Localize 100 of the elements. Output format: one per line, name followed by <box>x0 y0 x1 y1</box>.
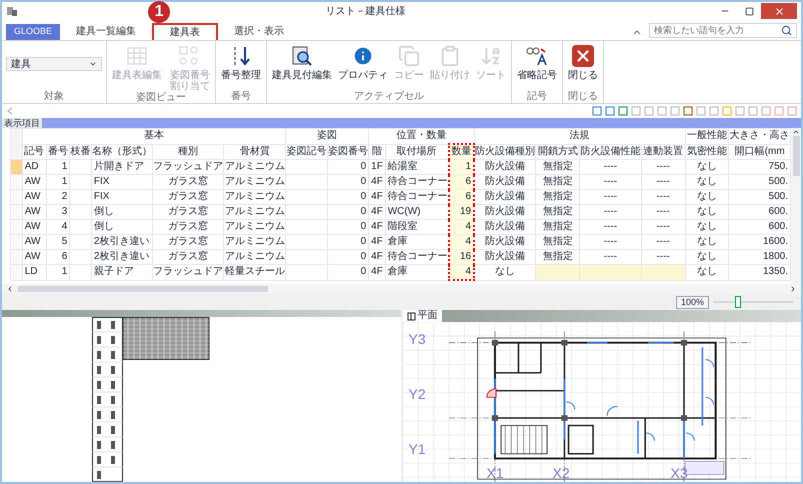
table-cell: アルミニウム <box>224 206 285 217</box>
table-cell: 16 <box>460 251 472 262</box>
table-cell: LD <box>24 266 38 278</box>
table-cell: 1 <box>466 161 472 172</box>
table-cell: ガラス窓 <box>168 206 208 217</box>
horizontal-scroll-thumb[interactable] <box>18 286 268 292</box>
table-cell: 無指定 <box>542 206 573 217</box>
ribbon-button[interactable]: プロパティ <box>337 45 389 81</box>
app-menu-button[interactable]: GLOOBE <box>6 24 60 40</box>
group-header: 大きさ・高さ <box>728 128 790 144</box>
ribbon-group-label: 番号 <box>230 91 252 103</box>
row-header[interactable] <box>10 190 22 204</box>
target-dropdown[interactable]: 建具 <box>6 57 102 71</box>
table-cell: 給湯室 <box>388 161 418 172</box>
abbreviation-icon <box>526 45 548 67</box>
scroll-left-icon[interactable] <box>6 285 14 293</box>
table-cell: 6 <box>62 251 68 262</box>
table-cell: ---- <box>604 191 618 202</box>
copy-icon <box>398 45 420 67</box>
table-cell: 2枚引き違い <box>94 236 150 247</box>
table-cell: 防火設備 <box>485 206 526 217</box>
row-header[interactable] <box>10 264 22 280</box>
table-cell: 4F <box>371 206 383 217</box>
vertical-scrollbar[interactable] <box>791 128 801 284</box>
table-cell: 倒し <box>94 206 114 217</box>
row-header[interactable] <box>10 234 22 250</box>
table-cell: 0 <box>360 251 366 262</box>
zoom-slider[interactable] <box>713 296 793 308</box>
table-cell: 軽量スチール <box>224 266 285 278</box>
scroll-thumb[interactable] <box>792 136 800 176</box>
table-cell: なし <box>696 221 717 232</box>
ribbon-tab[interactable]: 建具一覧編集 <box>64 23 148 40</box>
table-cell: 倉庫 <box>388 266 408 278</box>
table-cell: 4 <box>466 236 472 247</box>
table-cell: なし <box>696 176 717 187</box>
row-header[interactable] <box>10 160 22 174</box>
scroll-up-icon[interactable] <box>792 128 800 136</box>
table-cell: フラッシュドア <box>153 161 224 172</box>
table-cell: 3 <box>62 206 68 217</box>
table-cell: なし <box>696 266 717 278</box>
table-cell: AW <box>24 221 40 232</box>
table-cell: なし <box>495 266 516 278</box>
column-header: 開口幅(mm <box>728 144 790 160</box>
ribbon-tab[interactable]: 建具表 <box>152 23 218 40</box>
numbering-icon <box>178 45 200 67</box>
table-cell: 階段室 <box>388 221 418 232</box>
column-header: 姿図番号 <box>327 144 369 160</box>
row-header[interactable] <box>10 204 22 220</box>
table-cell: ---- <box>656 251 670 262</box>
table-cell: なし <box>696 191 717 202</box>
column-header: 開鎖方式 <box>536 144 580 160</box>
row-header[interactable] <box>10 250 22 264</box>
zoom-slider-thumb[interactable] <box>734 296 741 308</box>
scroll-right-icon[interactable] <box>789 285 797 293</box>
table-cell: 親子ドア <box>94 266 134 278</box>
table-cell: ---- <box>656 176 670 187</box>
ribbon-button[interactable]: 省略記号 <box>516 45 558 81</box>
search-field[interactable]: 検索したい語句を入力 <box>649 23 797 38</box>
ribbon-button[interactable]: 閉じる <box>567 45 599 81</box>
table-cell: 倒し <box>94 221 114 232</box>
column-header: 防火設備性能 <box>580 144 642 160</box>
table-cell: 4 <box>62 221 68 232</box>
table-cell: ---- <box>604 206 618 217</box>
table-cell: AD <box>24 161 39 172</box>
table-cell: 倉庫 <box>388 236 408 247</box>
table-cell: アルミニウム <box>224 161 285 172</box>
column-header: 数量 <box>448 144 474 160</box>
table-cell: ---- <box>656 221 670 232</box>
row-header[interactable] <box>10 174 22 190</box>
close-button[interactable] <box>761 3 797 19</box>
table-cell: ガラス窓 <box>168 251 208 262</box>
ribbon-button[interactable]: 番号整理 <box>220 45 262 81</box>
column-header: 名称（形式） <box>91 144 152 160</box>
ribbon-group-label: 姿図ビュー <box>135 92 187 104</box>
column-header: 気密性能 <box>685 144 729 160</box>
table-cell: アルミニウム <box>224 221 285 232</box>
collapse-ribbon-icon[interactable] <box>633 28 641 36</box>
table-cell: 2枚引き違い <box>94 251 150 262</box>
table-cell: 防火設備 <box>485 191 526 202</box>
paste-icon <box>439 45 461 67</box>
table-cell: 2 <box>62 191 68 202</box>
grid-axis-label: Y2 <box>408 387 426 401</box>
table-cell: 19 <box>460 206 472 217</box>
table-cell: 片開きドア <box>94 161 144 172</box>
ribbon-button[interactable]: 建具見付編集 <box>271 45 333 81</box>
app-icon[interactable] <box>6 5 18 17</box>
row-header[interactable] <box>10 220 22 234</box>
table-cell: 4F <box>371 191 383 202</box>
pane-toggle-icon[interactable] <box>6 107 14 115</box>
table-cell: アルミニウム <box>224 251 285 262</box>
sort-icon <box>480 45 502 67</box>
dropdown-caret-icon <box>89 60 97 68</box>
table-cell: 防火設備 <box>485 161 526 172</box>
ribbon-tab[interactable]: 選択・表示 <box>222 23 296 40</box>
table-cell: 防火設備 <box>485 236 526 247</box>
table-cell: ガラス窓 <box>168 191 208 202</box>
view-tab[interactable]: 平面 <box>402 310 442 322</box>
group-header: 姿図 <box>286 128 369 144</box>
column-header: 骨材質 <box>224 144 286 160</box>
table-cell: 0 <box>360 161 366 172</box>
